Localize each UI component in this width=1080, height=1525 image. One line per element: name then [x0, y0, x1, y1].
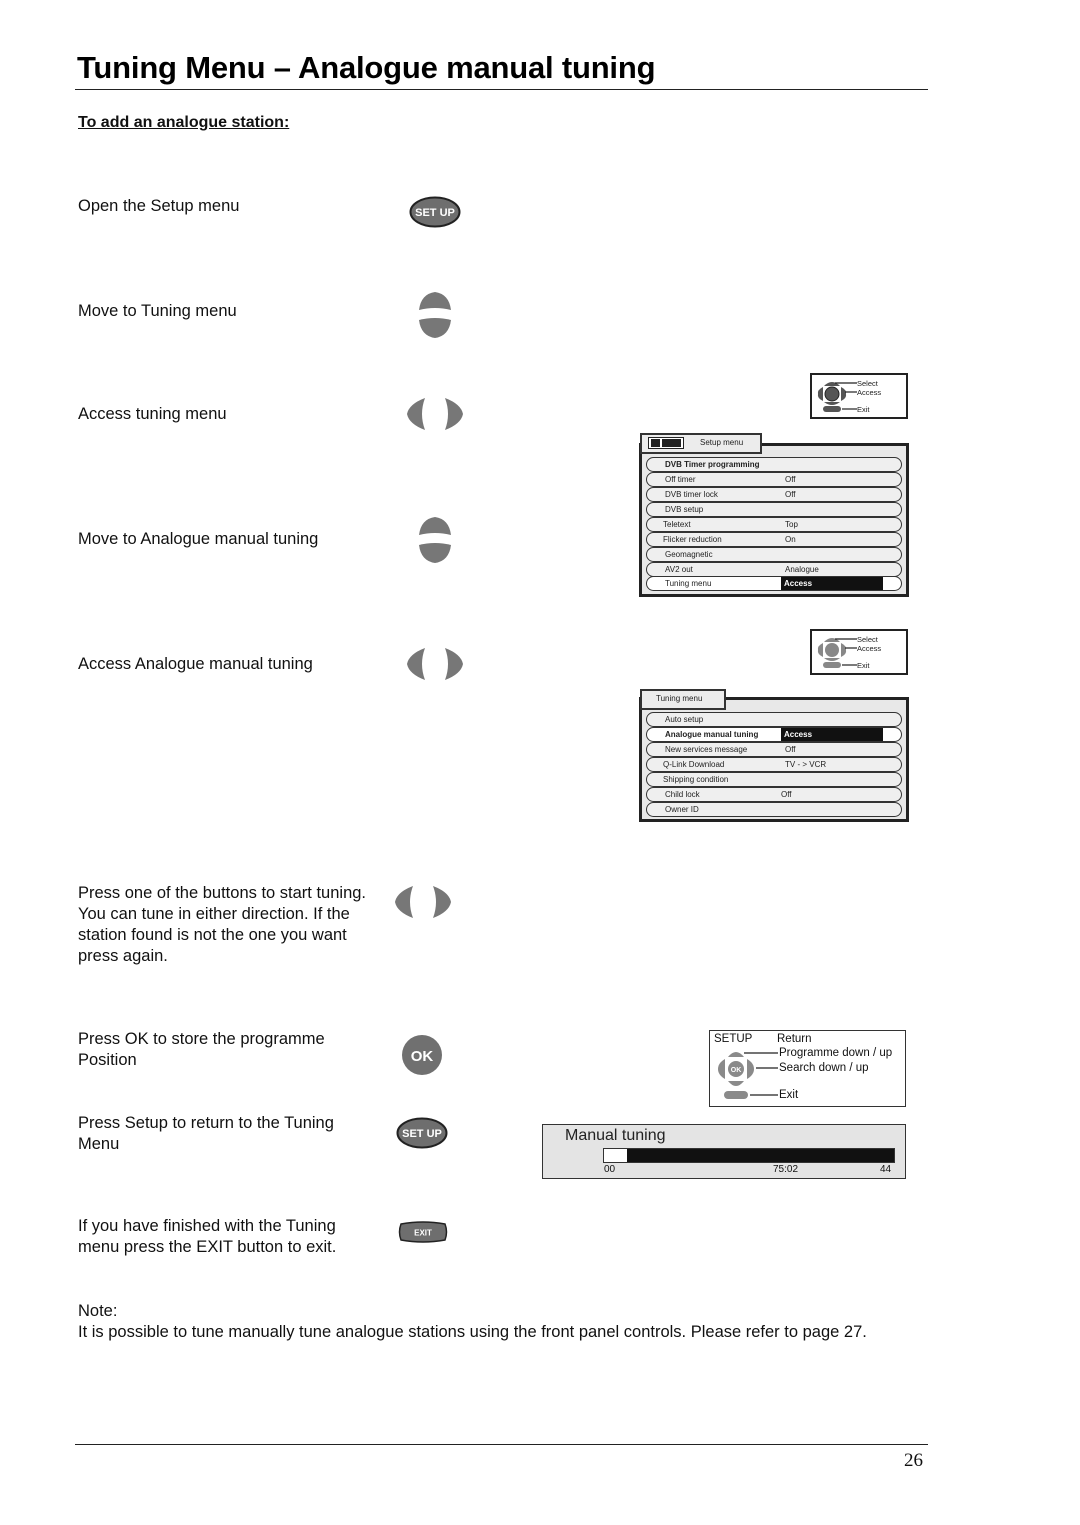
- step-2-text: Move to Tuning menu: [78, 302, 237, 320]
- legend-return-label: Return: [777, 1033, 812, 1045]
- legend-access-label: Access: [857, 644, 882, 653]
- setup-menu-tab-label: Setup menu: [700, 438, 744, 447]
- legend-access-label: Access: [857, 388, 882, 397]
- legend-exit-label: Exit: [857, 405, 870, 414]
- left-right-arrows-icon: [405, 396, 465, 437]
- tuning-mid-value: 75:02: [773, 1164, 799, 1175]
- setup-button-label: SET UP: [402, 1128, 442, 1140]
- title-divider: [75, 89, 928, 90]
- menu-row: Child lock Off: [646, 787, 902, 802]
- menu-row: Geomagnetic: [646, 547, 902, 562]
- menu-row: AV2 out Analogue: [646, 562, 902, 577]
- menu-row-selected: Analogue manual tuning Access: [646, 727, 902, 742]
- menu-row: DVB setup: [646, 502, 902, 517]
- menu-row: Q-Link Download TV - > VCR: [646, 757, 902, 772]
- step-6-text: Press one of the buttons to start tuning…: [78, 884, 367, 965]
- setup-button-label: SET UP: [415, 207, 455, 219]
- menu-row: Auto setup: [646, 712, 902, 727]
- remote-legend-2: Select Access Exit: [810, 629, 908, 675]
- legend-search-label: Search down / up: [779, 1062, 869, 1074]
- svg-text:OK: OK: [731, 1067, 742, 1074]
- tuning-menu-tab-label: Tuning menu: [656, 694, 703, 703]
- ok-button-icon: OK: [400, 1034, 444, 1081]
- step-9-text: If you have finished with the Tuning men…: [78, 1217, 337, 1256]
- setup-menu-tab: Setup menu: [640, 433, 762, 454]
- menu-row: DVB timer lock Off: [646, 487, 902, 502]
- legend-exit-label: Exit: [857, 661, 870, 670]
- left-right-arrows-icon: [405, 646, 465, 687]
- remote-nav-icon: OK: [718, 1052, 778, 1099]
- menu-row: New services message Off: [646, 742, 902, 757]
- up-down-arrows-icon: [417, 290, 453, 345]
- tuning-menu-tab: Tuning menu: [640, 689, 726, 710]
- step-3-text: Access tuning menu: [78, 405, 227, 423]
- step-8-text: Press Setup to return to the Tuning Menu: [78, 1114, 334, 1153]
- legend-setup-label: SETUP: [714, 1033, 753, 1045]
- tuning-progress-fill: [604, 1149, 628, 1162]
- step-5-text: Access Analogue manual tuning: [78, 655, 313, 673]
- menu-row: Flicker reduction On: [646, 532, 902, 547]
- tuning-progress-bar: [603, 1148, 895, 1163]
- setup-button-icon: SET UP: [396, 1117, 448, 1154]
- legend-select-label: Select: [857, 635, 878, 644]
- exit-button-icon: EXIT: [397, 1220, 449, 1249]
- remote-nav-icon: [817, 638, 857, 668]
- manual-tuning-panel: Manual tuning 00 75:02 44: [542, 1124, 906, 1179]
- tuning-left-value: 00: [604, 1164, 616, 1175]
- remote-nav-icon: [817, 382, 857, 412]
- legend-programme-label: Programme down / up: [779, 1047, 893, 1059]
- manual-tuning-legend: SETUP Return Programme down / up Search …: [709, 1030, 906, 1107]
- tv-menu-icon: [648, 437, 684, 449]
- note-block: Note: It is possible to tune manually tu…: [78, 1301, 938, 1343]
- menu-row: Off timer Off: [646, 472, 902, 487]
- ok-button-label: OK: [411, 1048, 434, 1065]
- step-7-text: Press OK to store the programme Position: [78, 1030, 325, 1069]
- legend-exit-label: Exit: [779, 1089, 799, 1101]
- step-1-text: Open the Setup menu: [78, 197, 240, 215]
- menu-row: Teletext Top: [646, 517, 902, 532]
- left-right-arrows-icon: [393, 884, 453, 925]
- legend-select-label: Select: [857, 379, 878, 388]
- step-4-text: Move to Analogue manual tuning: [78, 530, 319, 548]
- remote-legend-1: Select Access Exit: [810, 373, 908, 419]
- menu-row: Owner ID: [646, 802, 902, 817]
- page-number: 26: [904, 1450, 923, 1471]
- menu-row: DVB Timer programming: [646, 457, 902, 472]
- up-down-arrows-icon: [417, 515, 453, 570]
- setup-menu-screen: DVB Timer programming Off timer Off DVB t…: [639, 443, 909, 597]
- setup-button-icon: SET UP: [409, 196, 461, 233]
- footer-divider: [75, 1444, 928, 1445]
- exit-button-label: EXIT: [414, 1229, 432, 1238]
- note-text: It is possible to tune manually tune ana…: [78, 1323, 867, 1341]
- section-subtitle: To add an analogue station:: [78, 114, 290, 131]
- page-title: Tuning Menu – Analogue manual tuning: [77, 50, 656, 85]
- tuning-right-value: 44: [880, 1164, 892, 1175]
- note-heading: Note:: [78, 1302, 118, 1320]
- tuning-menu-screen: Auto setup Analogue manual tuning Access …: [639, 697, 909, 822]
- menu-row: Shipping condition: [646, 772, 902, 787]
- menu-row-selected: Tuning menu Access: [646, 576, 902, 591]
- manual-tuning-title: Manual tuning: [565, 1127, 666, 1144]
